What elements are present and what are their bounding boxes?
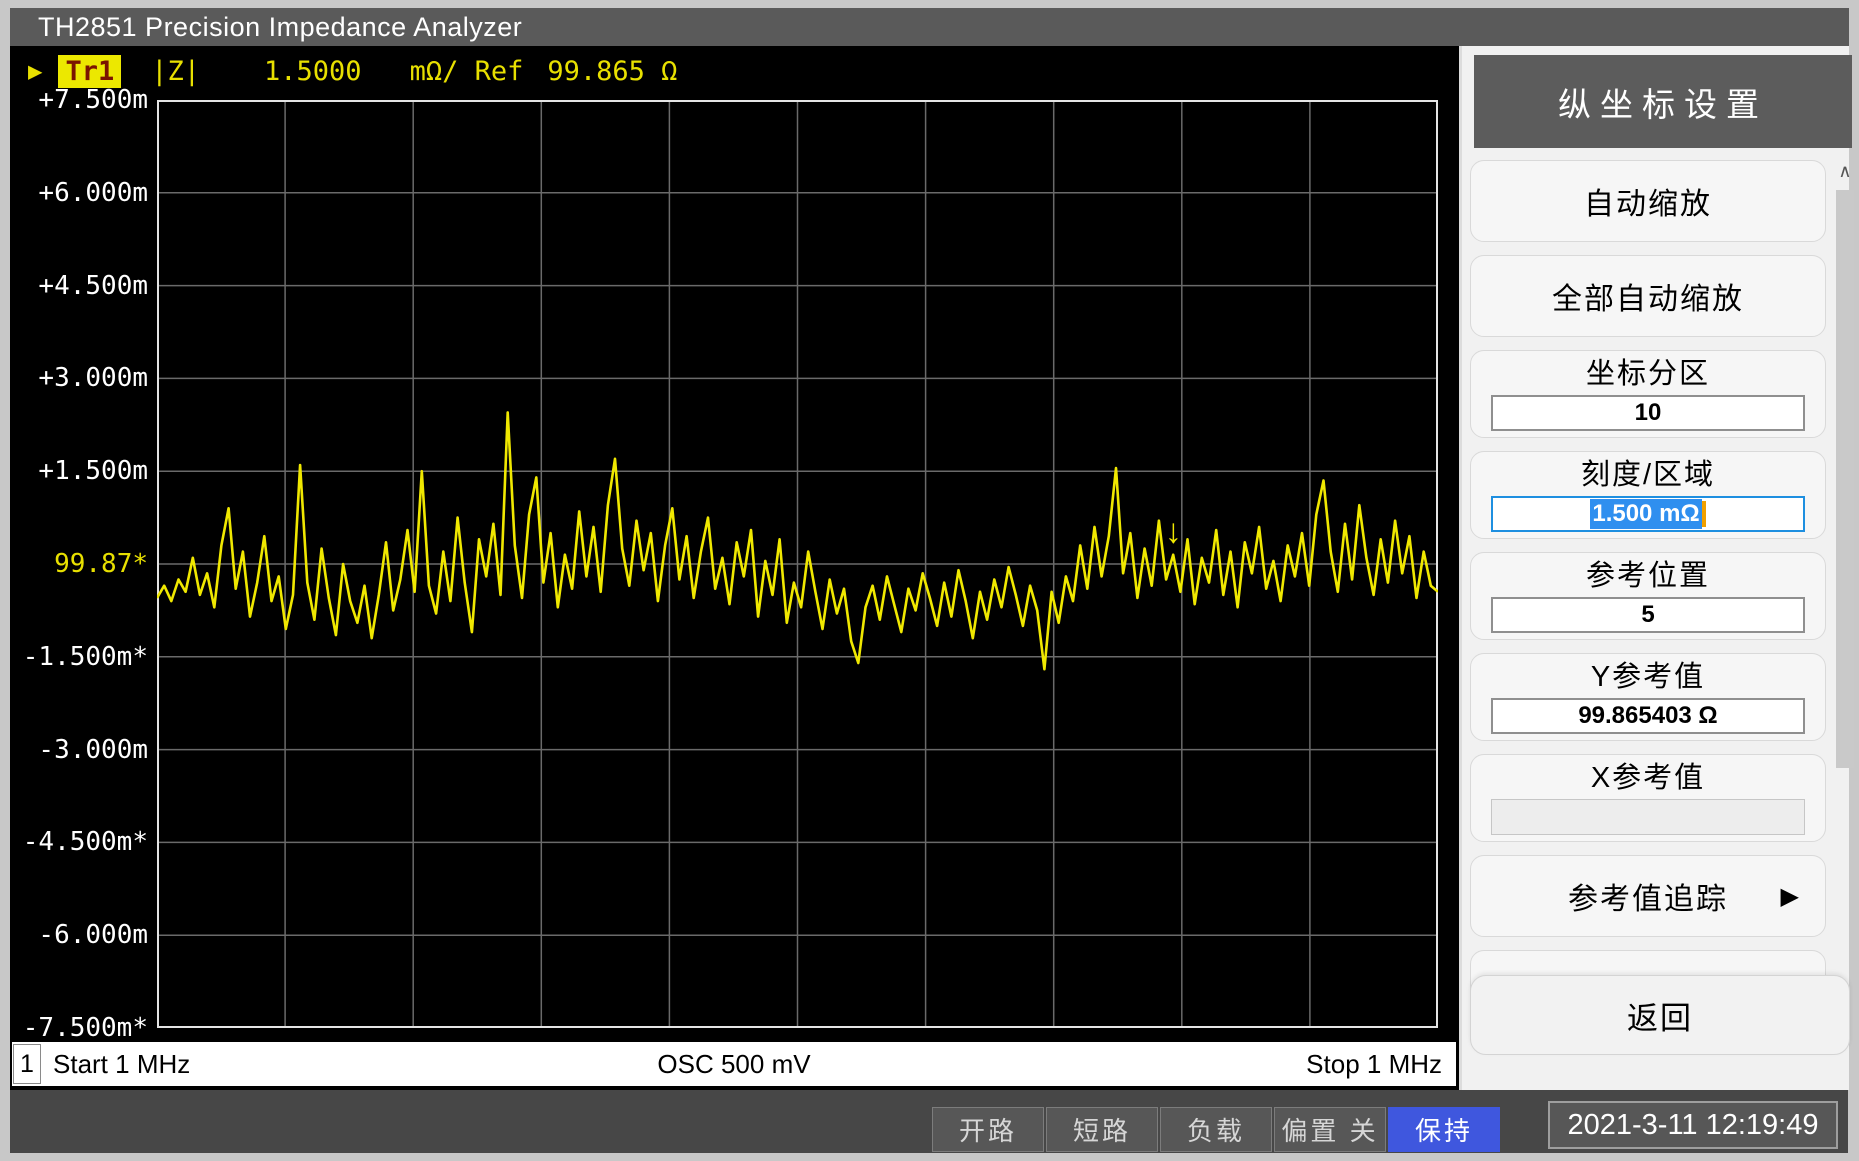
panel-field-label: 参考位置 [1586, 559, 1710, 593]
panel-field-label: 刻度/区域 [1581, 458, 1715, 492]
scrollbar-up-icon[interactable]: ∧ [1834, 160, 1856, 182]
bottom-bar-button[interactable]: 负载 [1160, 1107, 1272, 1152]
sweep-stop-label: Stop 1 MHz [1306, 1049, 1442, 1080]
side-panel-vertical-axis: 纵坐标设置 自动缩放全部自动缩放坐标分区 10 刻度/区域 1.500 mΩ 参考位置 5… [1462, 46, 1849, 1090]
y-axis-tick-label: -3.000m [10, 735, 148, 765]
bottom-bar-button[interactable]: 偏置 关 [1274, 1107, 1386, 1152]
y-axis-tick-label: +6.000m [10, 178, 148, 208]
trace-scale-unit-ref: mΩ/ Ref [410, 56, 524, 87]
panel-field: 参考位置 5 [1470, 552, 1826, 640]
y-axis-tick-label: +4.500m [10, 271, 148, 301]
panel-button-label: 全部自动缩放 [1552, 274, 1744, 318]
osc-level-label: OSC 500 mV [12, 1049, 1456, 1080]
y-axis-tick-label: -7.500m* [10, 1013, 148, 1043]
back-button[interactable]: 返回 [1470, 975, 1850, 1055]
y-axis-tick-label: -4.500m* [10, 827, 148, 857]
y-axis-tick-label: -1.500m* [10, 642, 148, 672]
y-axis-tick-label: +1.500m [10, 456, 148, 486]
y-axis-tick-label: +3.000m [10, 363, 148, 393]
sweep-status-strip: 1 Start 1 MHz OSC 500 mV Stop 1 MHz [12, 1042, 1456, 1086]
submenu-arrow-icon: ▶ [1781, 882, 1799, 911]
bottom-bar: 开路短路负载偏置 关保持 2021-3-11 12:19:49 [10, 1090, 1848, 1153]
panel-field: 刻度/区域 1.500 mΩ [1470, 451, 1826, 539]
text-caret [1702, 501, 1706, 527]
panel-input[interactable]: 99.865403 Ω [1491, 698, 1805, 734]
trace-selector-icon: ▶ [28, 57, 42, 85]
instrument-screen: TH2851 Precision Impedance Analyzer ▶ Tr… [0, 0, 1859, 1161]
panel-input[interactable]: 1.500 mΩ [1491, 496, 1805, 532]
panel-field: X参考值 [1470, 754, 1826, 842]
y-axis-tick-label: -6.000m [10, 920, 148, 950]
trace-parameter: |Z| [151, 56, 200, 87]
clock-display: 2021-3-11 12:19:49 [1548, 1101, 1838, 1149]
trace-ref-value: 99.865 Ω [547, 56, 677, 87]
panel-input[interactable] [1491, 799, 1805, 835]
panel-input[interactable]: 5 [1491, 597, 1805, 633]
side-panel-items: 自动缩放全部自动缩放坐标分区 10 刻度/区域 1.500 mΩ 参考位置 5 Y参考值 99… [1470, 160, 1826, 1032]
bottom-bar-button[interactable]: 开路 [932, 1107, 1044, 1152]
panel-field: Y参考值 99.865403 Ω [1470, 653, 1826, 741]
window-title: TH2851 Precision Impedance Analyzer [38, 12, 522, 43]
panel-field: 坐标分区 10 [1470, 350, 1826, 438]
panel-field-label: X参考值 [1591, 761, 1705, 795]
scrollbar-thumb[interactable] [1836, 190, 1854, 768]
panel-button-label: 参考值追踪 [1568, 874, 1728, 918]
panel-input[interactable]: 10 [1491, 395, 1805, 431]
trace-marker-icon: ↓ [1165, 513, 1182, 551]
panel-button-label: 自动缩放 [1584, 179, 1712, 223]
panel-field-label: Y参考值 [1591, 660, 1705, 694]
title-bar: TH2851 Precision Impedance Analyzer [10, 8, 1849, 46]
panel-button[interactable]: 全部自动缩放 [1470, 255, 1826, 337]
panel-button[interactable]: 自动缩放 [1470, 160, 1826, 242]
panel-input-value: 99.865403 Ω [1578, 702, 1717, 730]
panel-field-label: 坐标分区 [1586, 357, 1710, 391]
panel-button[interactable]: 参考值追踪 ▶ [1470, 855, 1826, 937]
y-axis-tick-label: +7.500m [10, 85, 148, 115]
panel-scrollbar[interactable]: ∧ ∨ [1834, 160, 1856, 1011]
panel-input-value: 1.500 mΩ [1590, 499, 1701, 529]
bottom-bar-button[interactable]: 保持 [1388, 1107, 1500, 1152]
side-panel-title: 纵坐标设置 [1474, 55, 1852, 148]
trace-scale-value: 1.5000 [264, 56, 362, 87]
panel-input-value: 10 [1635, 399, 1662, 427]
trace-tab[interactable]: Tr1 [58, 55, 121, 88]
panel-input-value: 5 [1641, 601, 1654, 629]
bottom-bar-button[interactable]: 短路 [1046, 1107, 1158, 1152]
bottom-bar-buttons: 开路短路负载偏置 关保持 [932, 1107, 1500, 1152]
measurement-area: ▶ Tr1 |Z| 1.5000 mΩ/ Ref 99.865 Ω +7.500… [10, 46, 1462, 1090]
impedance-plot: ↓ [157, 100, 1438, 1028]
trace-header: ▶ Tr1 |Z| 1.5000 mΩ/ Ref 99.865 Ω [10, 54, 677, 88]
y-axis-tick-label: 99.87* [10, 549, 148, 579]
